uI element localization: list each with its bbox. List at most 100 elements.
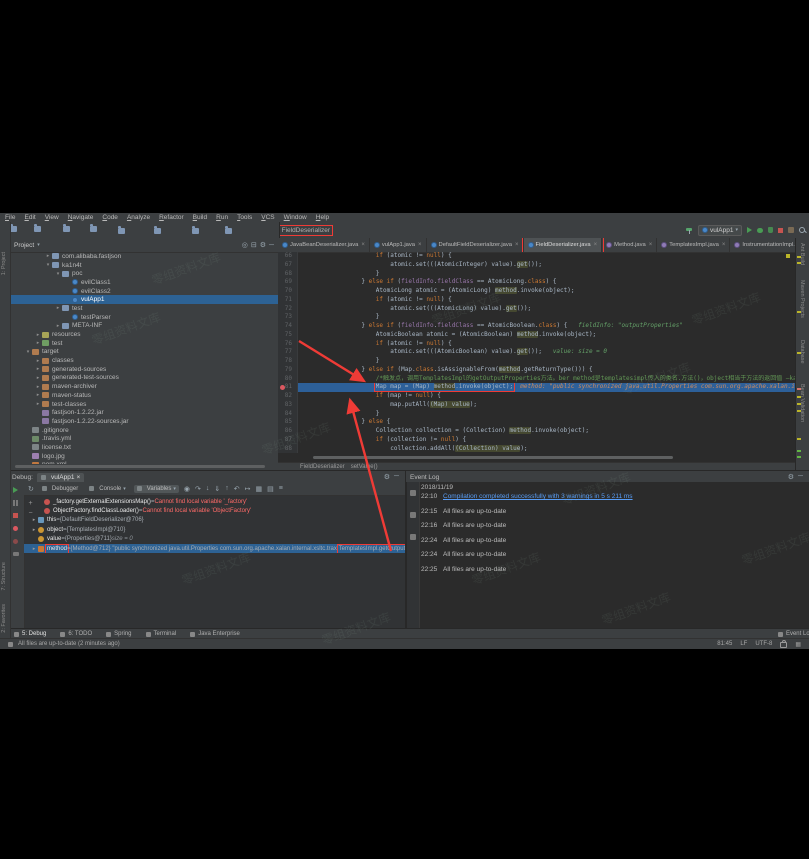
tree-item--gitignore[interactable]: .gitignore [10,426,278,435]
tab-fielddeserializer-java[interactable]: FieldDeserializer.java× [524,238,603,252]
layout-settings-icon[interactable]: ▤ [267,485,274,493]
debug-session-tab[interactable]: vulApp1 × [37,473,84,482]
tree-chevron-icon[interactable]: ▸ [44,253,52,259]
line-ending-selector[interactable]: LF [740,641,747,647]
tree-item-testparser[interactable]: testParser [10,313,278,322]
variable-row-objectfactory-findclassloader-[interactable]: ObjectFactory.findClassLoader() = Cannot… [24,506,405,515]
tree-item-resources[interactable]: ▸resources [10,330,278,339]
event-log-message[interactable]: Compilation completed successfully with … [443,492,633,507]
tree-chevron-icon[interactable]: ▾ [44,262,52,268]
close-icon[interactable]: × [722,242,726,248]
step-over-icon[interactable]: ↷ [195,485,201,493]
close-icon[interactable]: × [361,242,365,248]
menu-item-tools[interactable]: Tools [237,214,252,221]
menu-item-window[interactable]: Window [284,214,307,221]
find-icon[interactable] [788,227,794,233]
tree-item-ka1n4t[interactable]: ▾ka1n4t [10,261,278,270]
encoding-selector[interactable]: UTF-8 [755,641,772,647]
tree-item-generated-sources[interactable]: ▸generated-sources [10,365,278,374]
menu-item-navigate[interactable]: Navigate [68,214,94,221]
debug-icon[interactable] [757,228,763,233]
tab-vulapp1-java[interactable]: vulApp1.java× [370,238,427,252]
debugger-tab-console[interactable]: Console▾ [86,485,129,493]
tree-item-meta-inf[interactable]: ▸META-INF [10,322,278,331]
settings-wrench-icon[interactable] [410,534,416,540]
more-icon[interactable]: ≡ [279,485,283,492]
variable-row-this[interactable]: ▸this = {DefaultFieldDeserializer@706} [24,516,405,525]
error-stripe-mark[interactable] [797,438,801,440]
menu-item-refactor[interactable]: Refactor [159,214,184,221]
toolwindow-button-favorites[interactable]: 2: Favorites [1,604,7,633]
project-hscrollbar[interactable] [15,465,265,468]
error-stripe-mark[interactable] [797,456,801,458]
tree-chevron-icon[interactable]: ▸ [34,358,42,364]
mute-breakpoints-icon[interactable] [13,539,18,544]
tree-chevron-icon[interactable]: ▾ [24,349,32,355]
tab-javabeandeserializer-java[interactable]: JavaBeanDeserializer.java× [278,238,370,252]
notifications-icon[interactable] [410,490,416,496]
tab-defaultfielddeserializer-java[interactable]: DefaultFieldDeserializer.java× [427,238,524,252]
tree-item-fastjson-1-2-22-jar[interactable]: fastjson-1.2.22.jar [10,408,278,417]
variable-row-object[interactable]: ▸object = {TemplatesImpl@710} [24,525,405,534]
toolwindow-button-spring[interactable]: Spring [106,631,131,637]
tree-item-pom-xml[interactable]: pom.xml [10,461,278,465]
tree-chevron-icon[interactable]: ▸ [54,305,62,311]
hide-icon[interactable]: ─ [798,473,803,481]
expand-chevron-icon[interactable]: ▸ [30,546,38,552]
stop-icon[interactable] [778,228,783,233]
menu-item-analyze[interactable]: Analyze [127,214,150,221]
step-out-icon[interactable]: ↑ [225,485,229,492]
resume-icon[interactable] [13,487,18,493]
close-icon[interactable]: × [649,242,653,248]
debugger-tab-variables[interactable]: Variables▾ [134,485,179,493]
toolwindow-button-5-debug[interactable]: 5: Debug [14,631,46,637]
tab-instrumentationimpl-class[interactable]: InstrumentationImpl.class× [730,238,795,252]
pause-icon[interactable] [13,500,18,508]
tree-chevron-icon[interactable]: ▸ [34,384,42,390]
locate-icon[interactable]: ◎ [242,241,248,249]
toolwindow-button-project[interactable]: 1: Project [1,252,7,275]
tree-item-test-classes[interactable]: ▸test-classes [10,400,278,409]
line-number-breakpoint[interactable]: 81 [278,383,298,392]
run-to-cursor-icon[interactable]: ↦ [245,485,251,493]
breadcrumb-fielddeserializer[interactable]: FieldDeserializer [274,227,330,234]
hide-icon[interactable]: ─ [394,473,399,481]
tree-item-logo-jpg[interactable]: logo.jpg [10,452,278,461]
menu-item-file[interactable]: File [5,214,16,221]
toolwindow-button-maven-projects[interactable]: Maven Projects [799,280,805,318]
step-into-icon[interactable]: ↓ [206,485,210,492]
tree-item-license-txt[interactable]: license.txt [10,443,278,452]
expand-chevron-icon[interactable]: ▸ [30,517,38,523]
tree-item-poc[interactable]: ▾poc [10,269,278,278]
menu-item-help[interactable]: Help [316,214,329,221]
view-breakpoints-icon[interactable] [13,526,18,531]
expand-chevron-icon[interactable]: ▸ [30,527,38,533]
menu-item-build[interactable]: Build [193,214,207,221]
toolwindow-button-database[interactable]: Database [799,340,805,364]
project-panel-title[interactable]: Project [14,242,34,249]
toolwindow-button-6-todo[interactable]: 6: TODO [60,631,92,637]
tree-item-test[interactable]: ▸test [10,304,278,313]
tree-item-evilclass1[interactable]: evilClass1 [10,278,278,287]
menu-item-code[interactable]: Code [102,214,118,221]
build-hammer-icon[interactable] [686,227,693,234]
toolwindow-button-terminal[interactable]: Terminal [146,631,177,637]
error-stripe-mark[interactable] [797,450,801,452]
editor-hscrollbar[interactable] [313,456,673,459]
debugger-tab-debugger[interactable]: Debugger [39,485,81,493]
stop-icon[interactable] [13,513,18,518]
search-icon[interactable] [799,227,806,234]
tree-chevron-icon[interactable]: ▸ [34,401,42,407]
tree-chevron-icon[interactable]: ▸ [34,340,42,346]
close-icon[interactable]: × [418,242,422,248]
caret-position[interactable]: 81:45 [717,641,732,647]
tree-item-test[interactable]: ▸test [10,339,278,348]
close-icon[interactable]: × [76,474,80,481]
rerun-icon[interactable]: ↻ [28,485,34,493]
tree-chevron-icon[interactable]: ▸ [34,375,42,381]
tree-item-vulapp1[interactable]: vulApp1 [10,295,278,304]
variable-row-value[interactable]: value = {Properties@711} size = 0 [24,535,405,544]
drop-frame-icon[interactable]: ↶ [234,485,240,493]
settings-icon[interactable]: ⚙ [384,473,390,481]
readonly-lock-icon[interactable] [780,642,787,648]
